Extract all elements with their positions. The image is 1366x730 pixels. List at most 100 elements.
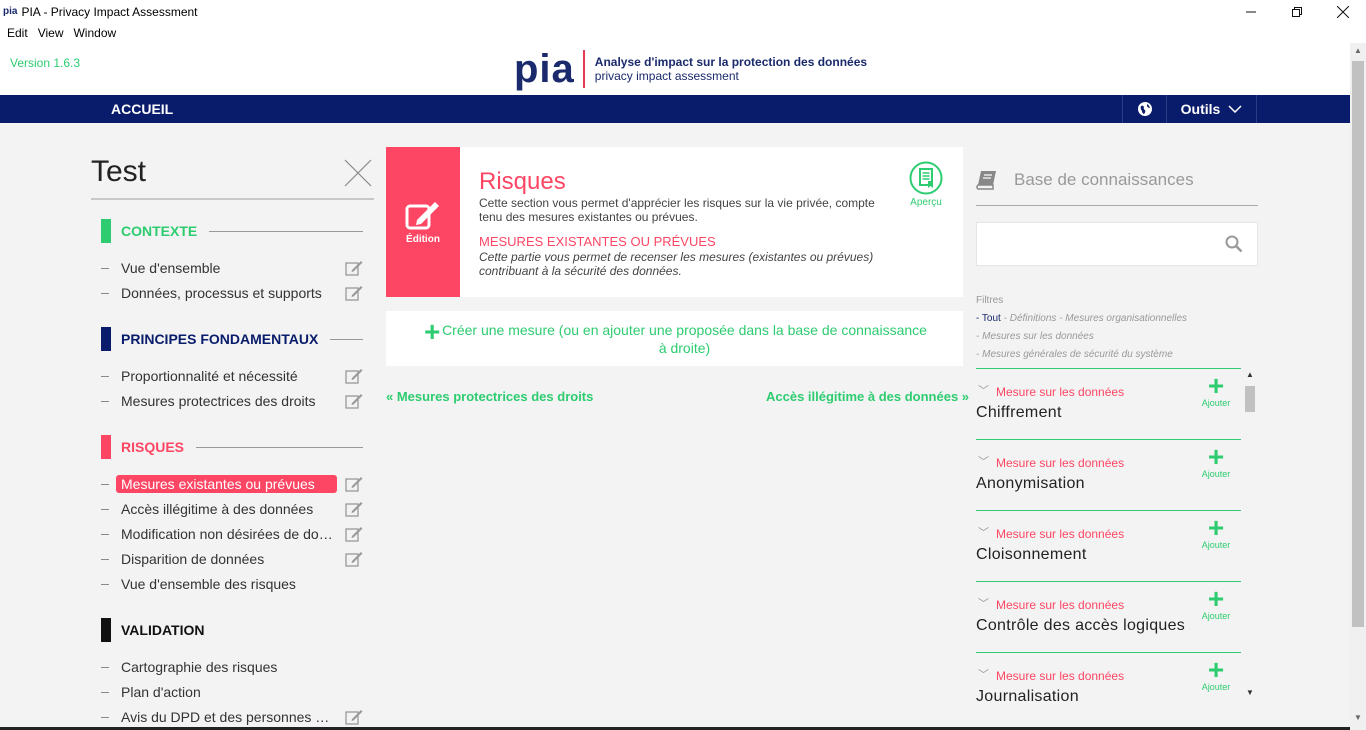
next-section-link[interactable]: Accès illégitime à des données » bbox=[766, 389, 969, 404]
list-item[interactable]: ﹀ Mesure sur les données Chiffrement + Aj… bbox=[976, 368, 1241, 439]
add-measure-button[interactable]: + Ajouter bbox=[1200, 656, 1232, 693]
section-validation[interactable]: VALIDATION bbox=[101, 618, 363, 642]
sidebar-item-acces-illegitime[interactable]: Accès illégitime à des données bbox=[101, 498, 363, 520]
section-description: Cette section vous permet d'apprécier le… bbox=[479, 196, 875, 224]
create-measure-button[interactable]: + Créer une mesure (ou en ajouter une pr… bbox=[386, 311, 963, 366]
sidebar-item-avis-dpd[interactable]: Avis du DPD et des personnes concernées bbox=[101, 706, 363, 728]
tools-menu-button[interactable]: Outils bbox=[1167, 95, 1257, 123]
item-name: Contrôle des accès logiques bbox=[976, 617, 1186, 634]
logo-tagline-fr: Analyse d'impact sur la protection des d… bbox=[594, 55, 868, 69]
plus-icon: + bbox=[1207, 370, 1225, 401]
sidebar-item-cartographie[interactable]: Cartographie des risques bbox=[101, 656, 363, 678]
plus-icon: + bbox=[1207, 583, 1225, 614]
chevron-down-icon[interactable]: ﹀ bbox=[978, 382, 989, 398]
filter-system-security[interactable]: - Mesures générales de sécurité du systè… bbox=[976, 349, 1173, 360]
restore-icon bbox=[1292, 6, 1302, 17]
sidebar-item-vue-ensemble[interactable]: Vue d'ensemble bbox=[101, 257, 363, 279]
section-risques[interactable]: RISQUES bbox=[101, 435, 363, 459]
version-label: Version 1.6.3 bbox=[10, 56, 81, 70]
list-item[interactable]: ﹀ Mesure sur les données Anonymisation +… bbox=[976, 439, 1241, 510]
chevron-down-icon[interactable]: ﹀ bbox=[978, 666, 989, 682]
item-dash bbox=[101, 716, 109, 718]
edit-icon[interactable] bbox=[345, 393, 363, 409]
tools-label: Outils bbox=[1180, 101, 1221, 117]
menu-bar: Edit View Window bbox=[0, 23, 1366, 43]
sidebar-item-proportionnalite[interactable]: Proportionnalité et nécessité bbox=[101, 365, 363, 387]
logo-separator bbox=[582, 50, 585, 88]
scroll-down-icon[interactable]: ▼ bbox=[1354, 713, 1362, 722]
add-measure-button[interactable]: + Ajouter bbox=[1200, 514, 1232, 551]
title-divider bbox=[91, 198, 374, 200]
edit-icon[interactable] bbox=[345, 526, 363, 542]
scroll-down-icon[interactable]: ▼ bbox=[1246, 688, 1254, 697]
page-scrollbar[interactable]: ▲ ▼ bbox=[1350, 43, 1366, 730]
list-item[interactable]: ﹀ Mesure sur les données Contrôle des ac… bbox=[976, 581, 1241, 652]
menu-view[interactable]: View bbox=[38, 26, 64, 40]
filter-definitions-organisational[interactable]: - Définitions - Mesures organisationnell… bbox=[1001, 313, 1187, 324]
edit-mode-button[interactable]: Édition bbox=[386, 147, 460, 297]
section-divider bbox=[330, 338, 363, 340]
pia-title: Test bbox=[91, 155, 147, 188]
edit-icon[interactable] bbox=[345, 476, 363, 492]
menu-edit[interactable]: Edit bbox=[7, 26, 28, 40]
sidebar-item-plan-action[interactable]: Plan d'action bbox=[101, 681, 363, 703]
edit-icon[interactable] bbox=[345, 260, 363, 276]
title-bar: pia PIA - Privacy Impact Assessment bbox=[0, 0, 1366, 23]
knowledge-base-search-input[interactable] bbox=[976, 222, 1258, 266]
search-icon[interactable] bbox=[1225, 235, 1243, 253]
section-principes[interactable]: PRINCIPES FONDAMENTAUX bbox=[101, 327, 363, 351]
create-measure-label: Créer une mesure (ou en ajouter une prop… bbox=[442, 321, 927, 356]
logo-text: pia bbox=[514, 47, 575, 91]
chevron-down-icon[interactable]: ﹀ bbox=[978, 453, 989, 469]
sidebar-item-label: Mesures protectrices des droits bbox=[121, 393, 316, 409]
scroll-up-icon[interactable]: ▲ bbox=[1246, 370, 1254, 379]
minimize-button[interactable] bbox=[1228, 0, 1274, 23]
sidebar-item-donnees[interactable]: Données, processus et supports bbox=[101, 282, 363, 304]
preview-button[interactable]: Aperçu bbox=[906, 161, 946, 208]
section-label: VALIDATION bbox=[121, 622, 205, 638]
pia-logo[interactable]: pia Analyse d'impact sur la protection d… bbox=[514, 49, 867, 89]
sidebar-item-mesures-protectrices[interactable]: Mesures protectrices des droits bbox=[101, 390, 363, 412]
section-contexte[interactable]: CONTEXTE bbox=[101, 219, 363, 243]
add-measure-button[interactable]: + Ajouter bbox=[1200, 583, 1232, 622]
edit-icon[interactable] bbox=[345, 285, 363, 301]
sidebar-item-vue-risques[interactable]: Vue d'ensemble des risques bbox=[101, 573, 363, 595]
add-measure-button[interactable]: + Ajouter bbox=[1200, 370, 1232, 409]
filter-all[interactable]: - Tout bbox=[976, 313, 1001, 324]
chevron-down-icon[interactable]: ﹀ bbox=[978, 524, 989, 540]
filter-data-measures[interactable]: - Mesures sur les données bbox=[976, 331, 1094, 342]
list-item[interactable]: ﹀ Mesure sur les données Journalisation … bbox=[976, 652, 1241, 703]
knowledge-base-scrollbar[interactable]: ▲ ▼ bbox=[1243, 370, 1257, 703]
sidebar-item-modification[interactable]: Modification non désirées de données bbox=[101, 523, 363, 545]
edit-icon[interactable] bbox=[345, 368, 363, 384]
add-measure-button[interactable]: + Ajouter bbox=[1200, 443, 1232, 480]
maximize-button[interactable] bbox=[1274, 0, 1320, 23]
sidebar-item-label: Avis du DPD et des personnes concernées bbox=[121, 709, 333, 725]
scroll-thumb[interactable] bbox=[1245, 386, 1255, 412]
sidebar-item-label: Mesures existantes ou prévues bbox=[116, 475, 337, 493]
section-label: RISQUES bbox=[121, 439, 185, 455]
close-icon[interactable] bbox=[343, 158, 373, 188]
add-label: Ajouter bbox=[1201, 540, 1231, 550]
menu-window[interactable]: Window bbox=[73, 26, 116, 40]
language-button[interactable] bbox=[1122, 95, 1167, 123]
edit-icon[interactable] bbox=[345, 709, 363, 725]
list-item[interactable]: ﹀ Mesure sur les données Cloisonnement +… bbox=[976, 510, 1241, 581]
close-window-button[interactable] bbox=[1320, 0, 1366, 23]
edit-icon[interactable] bbox=[345, 551, 363, 567]
section-header-card: Édition Risques Cette section vous perme… bbox=[386, 147, 963, 297]
section-divider bbox=[209, 230, 363, 232]
scroll-up-icon[interactable]: ▲ bbox=[1354, 46, 1362, 55]
edit-icon[interactable] bbox=[345, 501, 363, 517]
chevron-down-icon[interactable]: ﹀ bbox=[978, 595, 989, 611]
logo-tagline-en: privacy impact assessment bbox=[594, 69, 739, 83]
sidebar-item-label: Accès illégitime à des données bbox=[121, 501, 314, 517]
previous-section-link[interactable]: « Mesures protectrices des droits bbox=[386, 389, 593, 404]
item-name: Cloisonnement bbox=[976, 546, 1087, 563]
scroll-thumb[interactable] bbox=[1352, 61, 1364, 627]
nav-home-link[interactable]: ACCUEIL bbox=[111, 101, 173, 117]
sidebar-item-mesures-existantes[interactable]: Mesures existantes ou prévues bbox=[101, 473, 363, 495]
add-label: Ajouter bbox=[1201, 398, 1231, 408]
sidebar-item-disparition[interactable]: Disparition de données bbox=[101, 548, 363, 570]
item-dash bbox=[101, 691, 109, 693]
